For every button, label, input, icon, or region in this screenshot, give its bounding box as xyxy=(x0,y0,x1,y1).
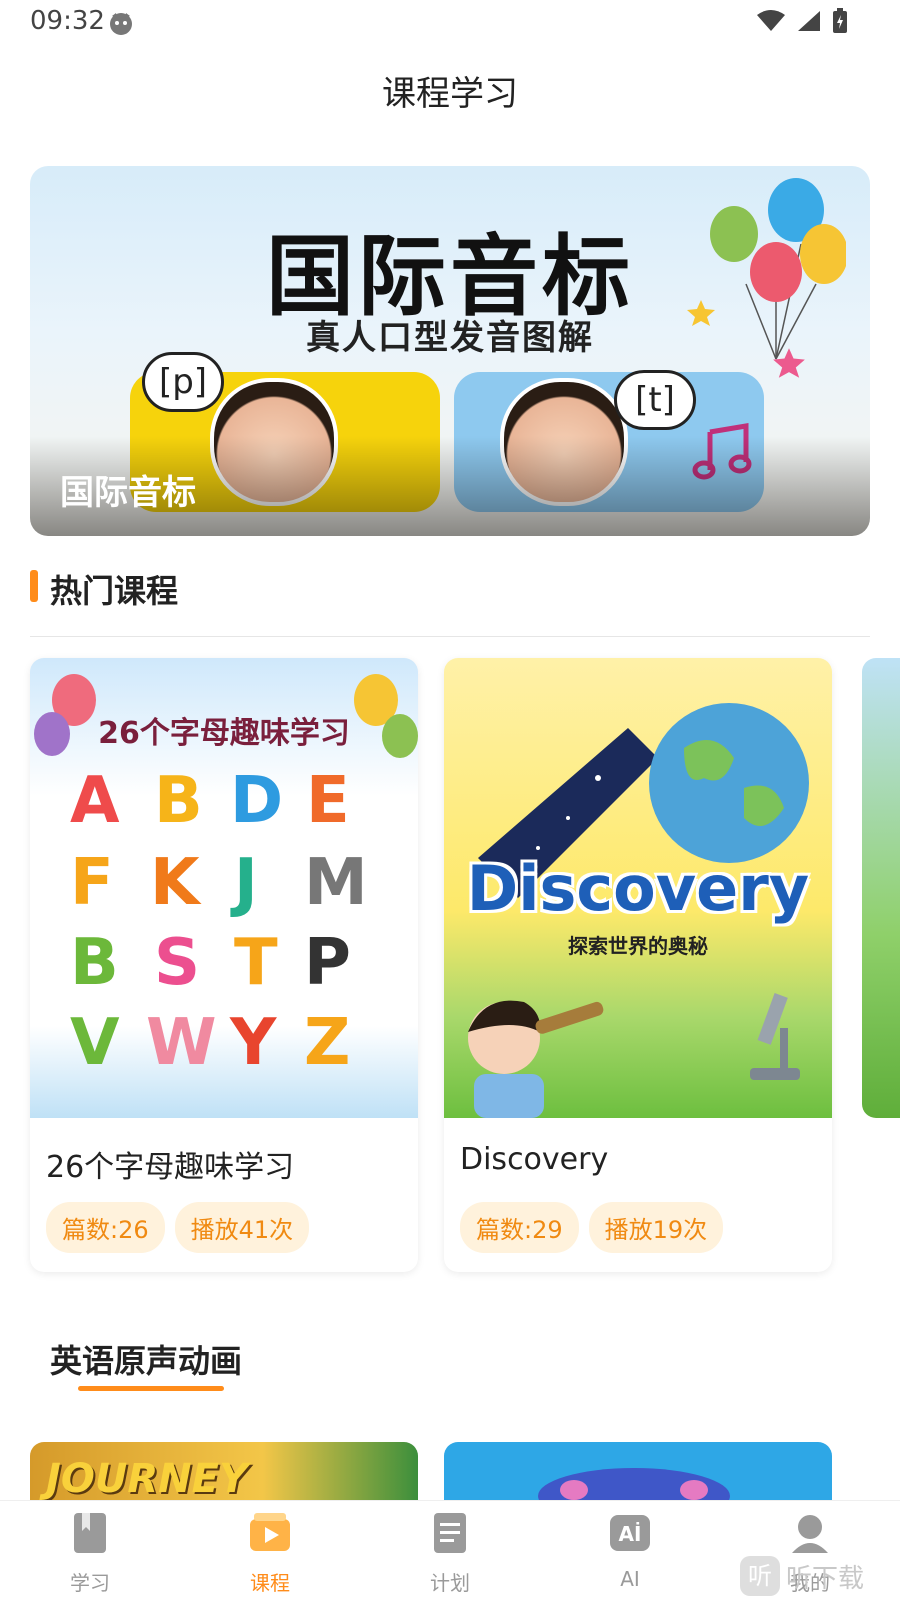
animation-card-second[interactable] xyxy=(444,1442,832,1500)
animation-cover-title: JOURNEY xyxy=(46,1456,248,1500)
section-underline xyxy=(78,1386,224,1391)
tab-ai[interactable]: Aİ AI xyxy=(570,1511,690,1591)
cartoon-illustration xyxy=(538,1468,730,1500)
book-icon xyxy=(74,1513,106,1553)
section-title: 热门课程 xyxy=(50,572,179,610)
ai-icon: Aİ xyxy=(610,1515,650,1551)
tab-courses[interactable]: 课程 xyxy=(210,1511,330,1596)
profile-icon xyxy=(792,1515,828,1553)
course-stats: 篇数:29 播放19次 xyxy=(460,1202,724,1253)
wifi-icon xyxy=(757,10,785,31)
status-icons xyxy=(756,8,848,34)
banner-carousel[interactable]: 国际音标 真人口型发音图解 [p] [t] 国际音标 xyxy=(30,166,870,536)
cover-title: 26个字母趣味学习 xyxy=(98,716,350,751)
speech-bubble-left: [p] xyxy=(142,352,224,412)
animation-card-journey[interactable]: JOURNEY xyxy=(30,1442,418,1500)
status-time: 09:32 xyxy=(30,6,105,36)
svg-text:J: J xyxy=(230,846,258,920)
course-name: Discovery xyxy=(460,1142,609,1177)
banner-subtitle: 真人口型发音图解 xyxy=(306,318,594,358)
watermark: 听下载 xyxy=(786,1564,865,1594)
svg-text:B: B xyxy=(154,764,203,838)
svg-text:W: W xyxy=(146,1006,217,1078)
cat-icon xyxy=(110,13,132,35)
play-count-badge: 播放19次 xyxy=(588,1202,724,1253)
course-name: 26个字母趣味学习 xyxy=(46,1150,295,1185)
tab-plan[interactable]: 计划 xyxy=(390,1511,510,1596)
svg-text:Z: Z xyxy=(304,1006,350,1078)
episode-count-badge: 篇数:26 xyxy=(46,1202,165,1253)
course-card-next[interactable] xyxy=(862,658,900,1118)
status-bar: 09:32 xyxy=(0,0,900,46)
svg-text:M: M xyxy=(304,846,368,920)
tab-label: 学习 xyxy=(70,1571,110,1595)
play-icon xyxy=(250,1513,290,1551)
svg-text:Y: Y xyxy=(229,1006,277,1078)
svg-text:B: B xyxy=(70,926,119,1000)
watermark-logo: 听 xyxy=(740,1556,780,1596)
svg-text:V: V xyxy=(70,1006,120,1078)
course-cover-image: 26个字母趣味学习 A B D E F K J M B S T P V W Y … xyxy=(30,658,418,1118)
section-accent-bar xyxy=(30,570,38,602)
divider xyxy=(30,636,870,637)
cover-title: Discovery xyxy=(466,852,810,925)
page-title: 课程学习 xyxy=(382,74,518,114)
boy-illustration xyxy=(468,1000,604,1118)
section-title: 英语原声动画 xyxy=(50,1342,243,1380)
svg-text:S: S xyxy=(154,926,200,1000)
globe-icon xyxy=(649,703,809,863)
microscope-icon xyxy=(750,993,800,1080)
course-cover-image: Discovery 探索世界的奥秘 xyxy=(444,658,832,1118)
speech-bubble-right: [t] xyxy=(614,370,696,430)
svg-text:T: T xyxy=(234,926,278,1000)
course-card-alphabet[interactable]: 26个字母趣味学习 A B D E F K J M B S T P V W Y … xyxy=(30,658,418,1272)
tab-label: 计划 xyxy=(430,1571,470,1595)
course-card-discovery[interactable]: Discovery 探索世界的奥秘 Discovery 篇数:29 播放19次 xyxy=(444,658,832,1272)
svg-text:K: K xyxy=(150,846,202,920)
battery-icon xyxy=(833,8,847,33)
svg-text:Aİ: Aİ xyxy=(619,1522,642,1546)
svg-text:F: F xyxy=(70,846,114,920)
animations-header: 英语原声动画 xyxy=(50,1336,243,1391)
svg-text:E: E xyxy=(306,764,350,838)
tab-label: 课程 xyxy=(250,1571,290,1595)
course-stats: 篇数:26 播放41次 xyxy=(46,1202,310,1253)
alphabet-grid: A B D E F K J M B S T P V W Y Z xyxy=(70,764,368,1078)
svg-text:P: P xyxy=(304,926,351,1000)
banner-caption: 国际音标 xyxy=(60,473,196,513)
cover-subtitle: 探索世界的奥秘 xyxy=(568,934,708,958)
plan-icon xyxy=(434,1513,466,1553)
play-count-badge: 播放41次 xyxy=(174,1202,310,1253)
signal-icon xyxy=(798,11,820,31)
episode-count-badge: 篇数:29 xyxy=(460,1202,579,1253)
tab-study[interactable]: 学习 xyxy=(30,1511,150,1596)
svg-text:A: A xyxy=(70,764,120,838)
tab-label: AI xyxy=(620,1567,640,1591)
svg-text:D: D xyxy=(230,764,283,838)
